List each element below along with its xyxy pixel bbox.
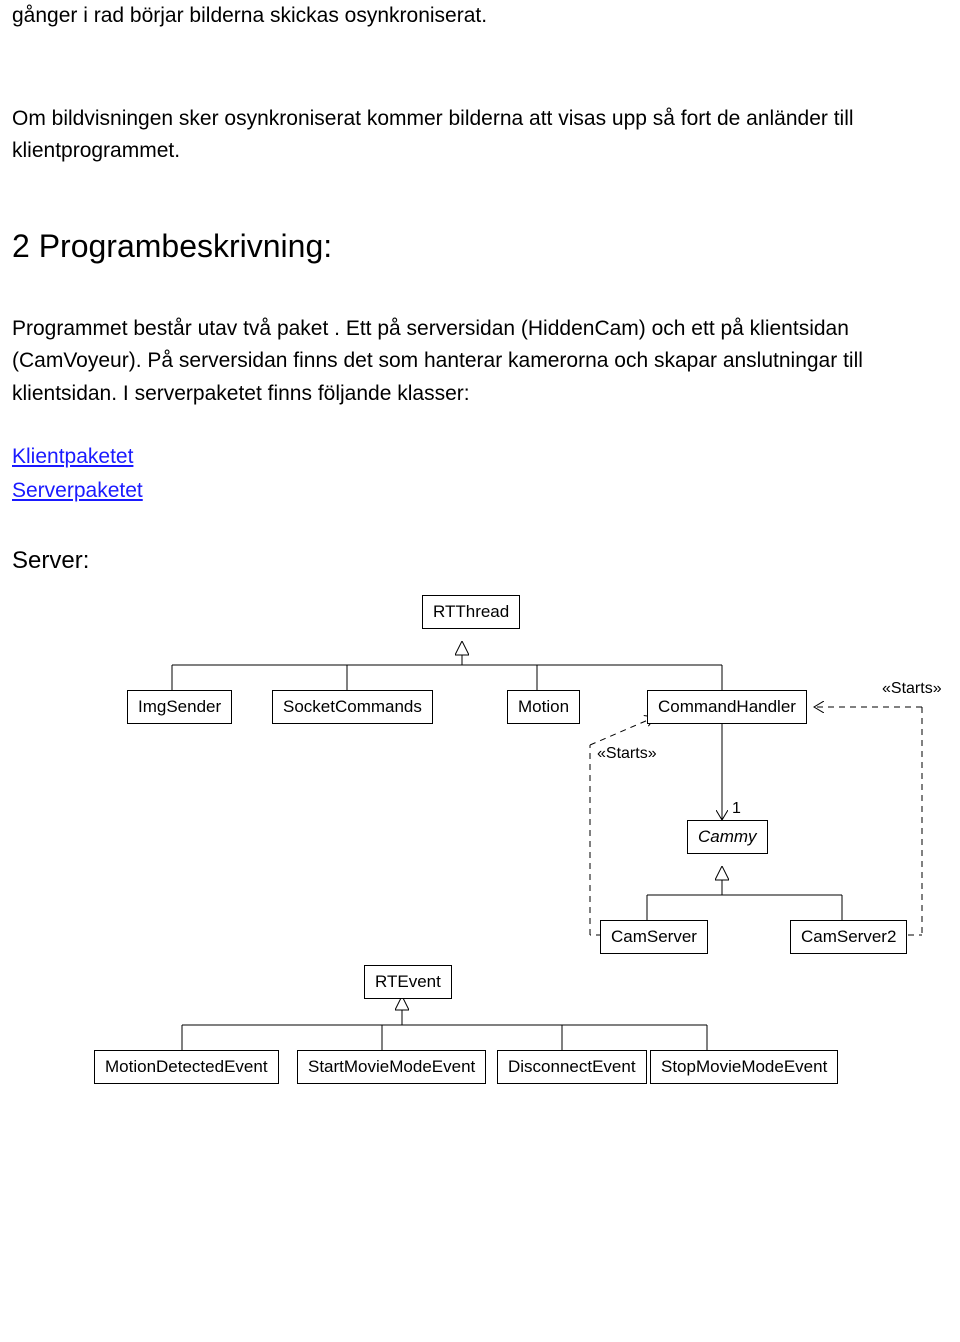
- uml-class-motion: Motion: [507, 690, 580, 724]
- uml-class-imgsender: ImgSender: [127, 690, 232, 724]
- paragraph-3: Programmet består utav två paket . Ett p…: [12, 313, 948, 411]
- uml-class-cammy: Cammy: [687, 820, 768, 854]
- links-block: Klientpaketet Serverpaketet: [12, 440, 948, 507]
- uml-class-startmoviemodeevent: StartMovieModeEvent: [297, 1050, 486, 1084]
- uml-label-multiplicity-1: 1: [732, 800, 741, 818]
- uml-diagram: RTThread ImgSender SocketCommands Motion…: [102, 595, 948, 1105]
- link-serverpaketet[interactable]: Serverpaketet: [12, 474, 948, 508]
- uml-class-motiondetectedevent: MotionDetectedEvent: [94, 1050, 279, 1084]
- uml-label-starts-right: «Starts»: [882, 680, 942, 698]
- uml-class-stopmoviemodeevent: StopMovieModeEvent: [650, 1050, 838, 1084]
- uml-class-rtevent: RTEvent: [364, 965, 452, 999]
- uml-class-camserver: CamServer: [600, 920, 708, 954]
- paragraph-2: Om bildvisningen sker osynkroniserat kom…: [12, 103, 948, 168]
- uml-class-rtthread: RTThread: [422, 595, 520, 629]
- uml-label-starts-left: «Starts»: [597, 745, 657, 763]
- paragraph-1: gånger i rad börjar bilderna skickas osy…: [12, 0, 948, 33]
- heading-server: Server:: [12, 547, 948, 575]
- uml-class-camserver2: CamServer2: [790, 920, 907, 954]
- uml-class-disconnectevent: DisconnectEvent: [497, 1050, 647, 1084]
- uml-class-commandhandler: CommandHandler: [647, 690, 807, 724]
- link-klientpaketet[interactable]: Klientpaketet: [12, 440, 948, 474]
- heading-programbeskrivning: 2 Programbeskrivning:: [12, 228, 948, 265]
- uml-class-socketcommands: SocketCommands: [272, 690, 433, 724]
